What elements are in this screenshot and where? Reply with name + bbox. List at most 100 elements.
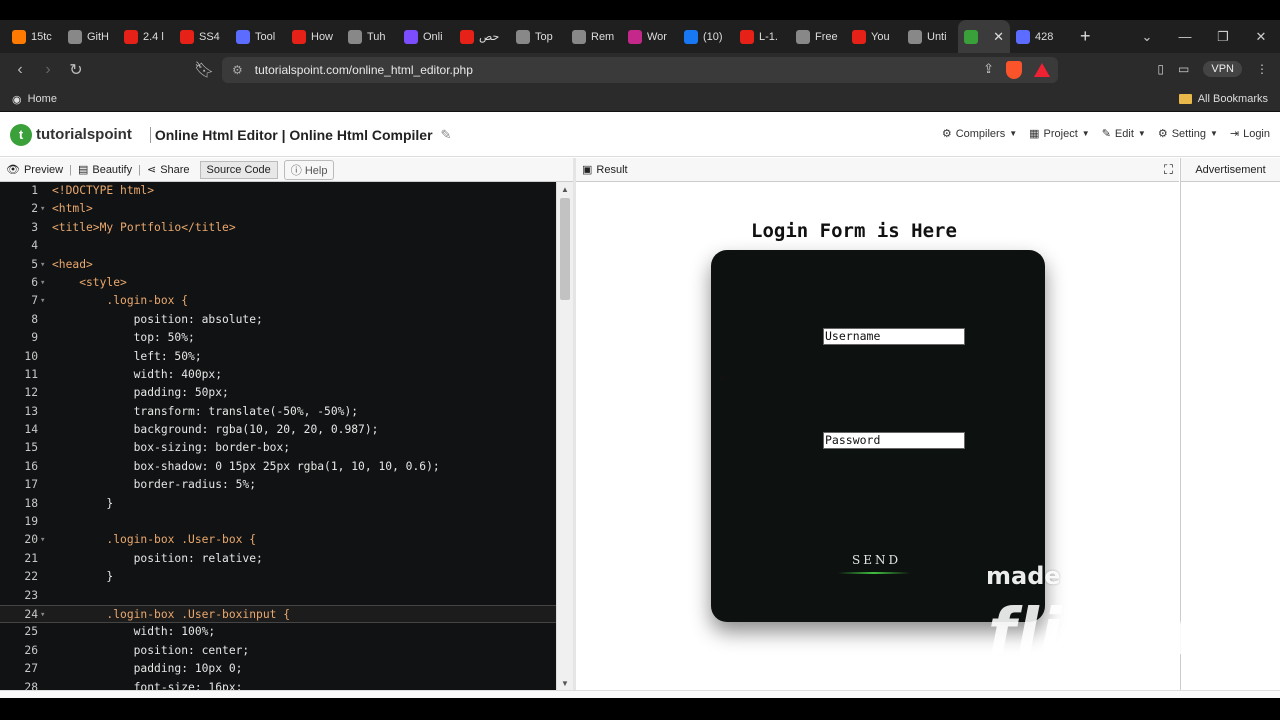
bookmark-home[interactable]: ◉ Home xyxy=(12,93,57,106)
minimize-icon[interactable]: — xyxy=(1166,29,1204,44)
fold-icon[interactable]: ▾ xyxy=(40,274,45,292)
fullscreen-icon[interactable]: ⛶ xyxy=(1164,162,1173,178)
code-line[interactable]: 6 ▾ <style> xyxy=(0,274,556,292)
code-line[interactable]: 14 background: rgba(10, 20, 20, 0.987); xyxy=(0,421,556,439)
code-line[interactable]: 18 } xyxy=(0,495,556,513)
new-tab-icon[interactable]: + xyxy=(1080,26,1091,47)
code-line[interactable]: 13 transform: translate(-50%, -50%); xyxy=(0,403,556,421)
url-text[interactable]: tutorialspoint.com/online_html_editor.ph… xyxy=(255,63,473,77)
code-line[interactable]: 9 top: 50%; xyxy=(0,329,556,347)
all-bookmarks[interactable]: All Bookmarks xyxy=(1178,93,1268,105)
code-line[interactable]: 17 border-radius: 5%; xyxy=(0,476,556,494)
share-icon[interactable]: ⇪ xyxy=(983,61,994,79)
share-button[interactable]: ⋖ Share xyxy=(141,163,196,177)
menu-login[interactable]: ⇥ Login xyxy=(1230,127,1270,141)
code-line[interactable]: 2 ▾ <html> xyxy=(0,200,556,218)
code-line[interactable]: 23 xyxy=(0,587,556,605)
code-line[interactable]: 28 font-size: 16px; xyxy=(0,679,556,690)
code-line[interactable]: 22 } xyxy=(0,568,556,586)
browser-tab[interactable]: 15tc xyxy=(6,20,62,53)
bookmark-icon[interactable]: 🔖︎ xyxy=(190,60,218,80)
scrollbar-thumb[interactable] xyxy=(560,198,570,300)
code-line[interactable]: 15 box-sizing: border-box; xyxy=(0,439,556,457)
browser-tab[interactable]: GitH xyxy=(62,20,118,53)
address-bar[interactable]: ⚙ tutorialspoint.com/online_html_editor.… xyxy=(222,57,1058,83)
browser-tab[interactable]: L-1. xyxy=(734,20,790,53)
fold-icon[interactable]: ▾ xyxy=(40,256,45,274)
beautify-button[interactable]: ▤ Beautify xyxy=(72,163,138,177)
code-line[interactable]: 12 padding: 50px; xyxy=(0,384,556,402)
close-window-icon[interactable]: ✕ xyxy=(1242,29,1280,45)
site-info-icon[interactable]: ⚙ xyxy=(232,63,243,77)
menu-setting[interactable]: ⚙ Setting ▼ xyxy=(1158,127,1218,141)
preview-button[interactable]: 👁︎ Preview xyxy=(0,163,69,177)
vpn-button[interactable]: VPN xyxy=(1203,61,1242,77)
code-line[interactable]: 7 ▾ .login-box { xyxy=(0,292,556,310)
code-line[interactable]: 25 width: 100%; xyxy=(0,623,556,641)
browser-tab[interactable]: Rem xyxy=(566,20,622,53)
code-line[interactable]: 21 position: relative; xyxy=(0,550,556,568)
browser-tab[interactable]: Top xyxy=(510,20,566,53)
close-tab-icon[interactable]: ✕ xyxy=(993,29,1004,45)
browser-tab[interactable]: (10) xyxy=(678,20,734,53)
fold-icon[interactable]: ▾ xyxy=(40,606,45,624)
brave-rewards-icon[interactable] xyxy=(1034,63,1050,77)
code-line[interactable]: 19 xyxy=(0,513,556,531)
browser-tab[interactable]: Onli xyxy=(398,20,454,53)
code-line[interactable]: 5 ▾ <head> xyxy=(0,256,556,274)
edit-title-icon[interactable]: ✎ xyxy=(441,127,452,143)
code-line[interactable]: 3 <title>My Portfolio</title> xyxy=(0,219,556,237)
code-line[interactable]: 20 ▾ .login-box .User-box { xyxy=(0,531,556,549)
scroll-up-icon[interactable]: ▲ xyxy=(561,185,569,194)
help-button[interactable]: ⓘ Help xyxy=(283,159,335,180)
restore-icon[interactable]: ❐ xyxy=(1204,29,1242,45)
code-line[interactable]: 10 left: 50%; xyxy=(0,348,556,366)
menu-icon[interactable]: ⋮ xyxy=(1256,62,1268,76)
source-code-button[interactable]: Source Code xyxy=(199,160,278,179)
fold-icon[interactable]: ▾ xyxy=(40,200,45,218)
code-editor[interactable]: 1 <!DOCTYPE html> 2 ▾ <html> 3 <title>My Portf… xyxy=(0,182,556,690)
code-line[interactable]: 26 position: center; xyxy=(0,642,556,660)
code-line[interactable]: 24 ▾ .login-box .User-boxinput { xyxy=(0,604,556,624)
code-line[interactable]: 8 position: absolute; xyxy=(0,311,556,329)
password-field[interactable]: Password xyxy=(823,432,965,449)
menu-edit[interactable]: ✎ Edit ▼ xyxy=(1102,127,1146,141)
browser-tab[interactable]: Wor xyxy=(622,20,678,53)
horizontal-scrollbar[interactable] xyxy=(0,690,1280,698)
browser-tab[interactable]: 428 xyxy=(1010,20,1066,53)
code-line[interactable]: 4 xyxy=(0,237,556,255)
sidebar-icon[interactable]: ▯ xyxy=(1157,62,1164,76)
forward-icon[interactable]: › xyxy=(34,61,62,79)
code-text: .login-box .User-boxinput { xyxy=(52,607,291,621)
fold-icon[interactable]: ▾ xyxy=(40,531,45,549)
tab-search-icon[interactable]: ⌄ xyxy=(1128,29,1166,45)
browser-tab[interactable]: Tuh xyxy=(342,20,398,53)
browser-tab[interactable]: How xyxy=(286,20,342,53)
code-line[interactable]: 16 box-shadow: 0 15px 25px rgba(1, 10, 1… xyxy=(0,458,556,476)
browser-tab[interactable]: حص xyxy=(454,20,510,53)
menu-compilers[interactable]: ⚙ Compilers ▼ xyxy=(942,127,1017,141)
menu-project[interactable]: ▦ Project ▼ xyxy=(1029,127,1090,141)
browser-tab[interactable]: 2.4 l xyxy=(118,20,174,53)
code-line[interactable]: 11 width: 400px; xyxy=(0,366,556,384)
browser-tab[interactable]: Unti xyxy=(902,20,958,53)
back-icon[interactable]: ‹ xyxy=(6,61,34,79)
code-line[interactable]: 1 <!DOCTYPE html> xyxy=(0,182,556,200)
wallet-icon[interactable]: ▭ xyxy=(1178,62,1189,76)
brave-shields-icon[interactable] xyxy=(1006,61,1022,79)
site-logo[interactable]: t tutorialspoint xyxy=(10,123,132,146)
reload-icon[interactable]: ↻ xyxy=(62,60,90,80)
scroll-down-icon[interactable]: ▼ xyxy=(561,679,569,688)
username-field[interactable]: Username xyxy=(823,328,965,345)
browser-tab[interactable]: SS4 xyxy=(174,20,230,53)
browser-tab[interactable]: ✕ xyxy=(958,20,1010,53)
browser-tab[interactable]: You xyxy=(846,20,902,53)
browser-tab[interactable]: Tool xyxy=(230,20,286,53)
help-icon: ⓘ xyxy=(290,164,302,177)
send-button[interactable]: SEND xyxy=(852,553,901,567)
fold-icon[interactable]: ▾ xyxy=(40,292,45,310)
editor-scrollbar[interactable]: ▲ ▼ xyxy=(556,182,573,690)
browser-tab[interactable]: Free xyxy=(790,20,846,53)
youtube-icon xyxy=(292,29,306,44)
code-line[interactable]: 27 padding: 10px 0; xyxy=(0,660,556,678)
